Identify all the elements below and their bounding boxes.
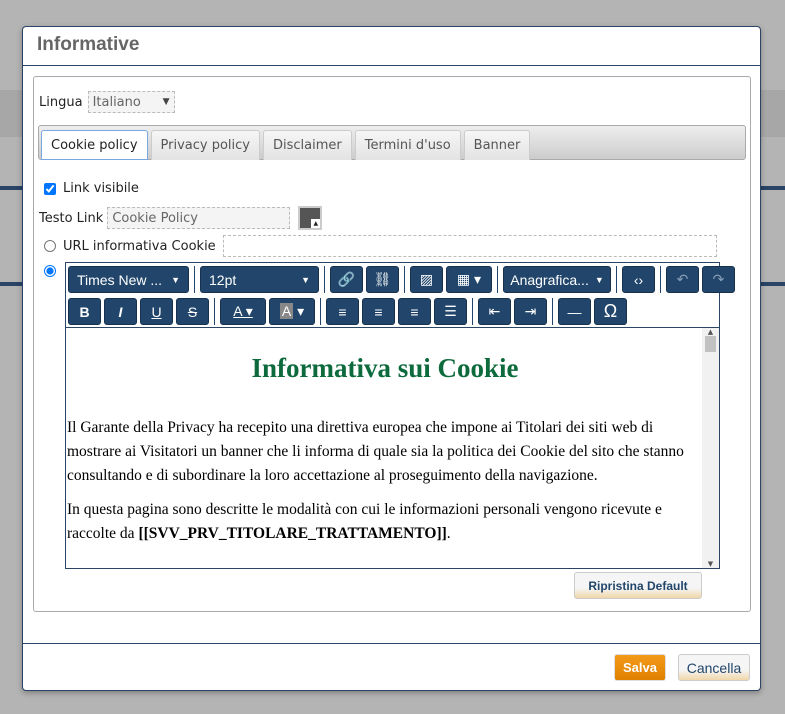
text-color-icon: A ▾ <box>233 303 253 319</box>
omega-icon: Ω <box>603 301 618 321</box>
lingua-select[interactable]: Italiano ▼ <box>87 91 175 113</box>
url-input[interactable] <box>222 235 717 257</box>
code-icon: ‹› <box>633 271 644 288</box>
form-panel: Lingua Italiano ▼ Cookie policy Privacy p… <box>33 76 751 612</box>
content-paragraph: In questa pagina sono descritte le modal… <box>67 498 703 546</box>
align-left-icon: ≡ <box>338 303 347 320</box>
link-visibile-label: Link visibile <box>63 181 139 196</box>
anagrafica-dropdown[interactable]: Anagrafica... ▼ <box>503 266 611 293</box>
redo-icon: ↷ <box>712 271 725 287</box>
caret-down-icon: ▼ <box>301 274 310 285</box>
redo-button[interactable]: ↷ <box>702 266 735 293</box>
unlink-icon: ⛓ <box>373 271 392 287</box>
dropdown-arrow-icon: ▼ <box>162 97 170 107</box>
image-button[interactable]: ▨ <box>410 266 443 293</box>
align-right-icon: ≡ <box>410 303 419 320</box>
indent-button[interactable]: ⇥ <box>514 298 547 325</box>
editor-scrollbar[interactable]: ▲ ▼ <box>702 328 719 568</box>
indent-icon: ⇥ <box>524 303 537 319</box>
dialog-footer <box>23 643 760 644</box>
outdent-button[interactable]: ⇤ <box>478 298 511 325</box>
align-right-button[interactable]: ≡ <box>398 298 431 325</box>
link-button[interactable]: 🔗 <box>330 266 363 293</box>
scrollbar-thumb[interactable] <box>705 336 716 352</box>
color-arrow-icon: ▲ <box>311 219 321 228</box>
anagrafica-value: Anagrafica... <box>510 271 589 288</box>
color-picker-button[interactable]: ▲ <box>298 206 323 230</box>
table-icon: ▦ ▾ <box>456 271 482 287</box>
lingua-value: Italiano <box>92 94 141 110</box>
undo-icon: ↶ <box>676 271 689 287</box>
background-color-button[interactable]: A ▾ <box>269 298 315 325</box>
lingua-label: Lingua <box>39 94 83 110</box>
tab-privacy-policy[interactable]: Privacy policy <box>150 130 261 160</box>
editor-content[interactable]: Informativa sui Cookie Il Garante della … <box>67 328 703 568</box>
special-char-button[interactable]: Ω <box>594 298 627 325</box>
save-button[interactable]: Salva <box>614 654 666 681</box>
align-center-button[interactable]: ≡ <box>362 298 395 325</box>
background-color-icon: A ▾ <box>279 303 305 319</box>
placeholder-token: [[SVV_PRV_TITOLARE_TRATTAMENTO]] <box>138 525 447 542</box>
rich-text-editor: Times New ... ▼ 12pt ▼ 🔗 ⛓ ▨ ▦ ▾ Anagrafic… <box>65 262 735 569</box>
text-color-button[interactable]: A ▾ <box>220 298 266 325</box>
cancel-button[interactable]: Cancella <box>678 654 750 681</box>
testo-link-label: Testo Link <box>39 210 104 226</box>
link-icon: 🔗 <box>337 271 356 287</box>
align-left-button[interactable]: ≡ <box>326 298 359 325</box>
content-paragraph: Il Garante della Privacy ha recepito una… <box>67 419 684 484</box>
table-button[interactable]: ▦ ▾ <box>446 266 492 293</box>
underline-icon: U <box>151 303 162 320</box>
tab-banner[interactable]: Banner <box>463 130 531 160</box>
content-heading: Informativa sui Cookie <box>251 353 519 383</box>
horizontal-rule-icon: — <box>567 303 582 320</box>
unlink-button[interactable]: ⛓ <box>366 266 399 293</box>
align-center-icon: ≡ <box>374 303 383 320</box>
image-icon: ▨ <box>419 271 434 287</box>
caret-down-icon: ▼ <box>171 274 180 285</box>
outdent-icon: ⇤ <box>488 303 501 319</box>
source-code-button[interactable]: ‹› <box>622 266 655 293</box>
italic-button[interactable]: I <box>104 298 137 325</box>
caret-down-icon: ▼ <box>594 274 604 285</box>
link-visibile-checkbox[interactable] <box>44 182 56 195</box>
justify-button[interactable]: ☰ <box>434 298 467 325</box>
tab-disclaimer[interactable]: Disclaimer <box>263 130 352 160</box>
strikethrough-button[interactable]: S <box>176 298 209 325</box>
font-value: Times New ... <box>77 271 163 288</box>
size-value: 12pt <box>209 271 237 288</box>
font-family-dropdown[interactable]: Times New ... ▼ <box>68 266 189 293</box>
italic-icon: I <box>118 303 123 320</box>
editor-radio[interactable] <box>44 265 56 277</box>
strikethrough-icon: S <box>187 303 198 320</box>
tab-termini-uso[interactable]: Termini d'uso <box>354 130 461 160</box>
url-label: URL informativa Cookie <box>63 238 216 254</box>
bold-icon: B <box>79 303 90 320</box>
underline-button[interactable]: U <box>140 298 173 325</box>
testo-link-input[interactable]: Cookie Policy <box>107 207 291 229</box>
url-radio[interactable] <box>44 240 56 252</box>
bold-button[interactable]: B <box>68 298 101 325</box>
restore-default-button[interactable]: Ripristina Default <box>574 572 702 599</box>
horizontal-rule-button[interactable]: — <box>558 298 591 325</box>
dialog-title: Informative <box>23 27 760 66</box>
font-size-dropdown[interactable]: 12pt ▼ <box>200 266 319 293</box>
paragraph-text: . <box>446 525 451 542</box>
justify-icon: ☰ <box>444 303 457 319</box>
tab-bar: Cookie policy Privacy policy Disclaimer … <box>38 125 746 160</box>
tab-cookie-policy[interactable]: Cookie policy <box>41 130 148 160</box>
undo-button[interactable]: ↶ <box>666 266 699 293</box>
informative-dialog: Informative Lingua Italiano ▼ Cookie poli… <box>22 26 761 691</box>
